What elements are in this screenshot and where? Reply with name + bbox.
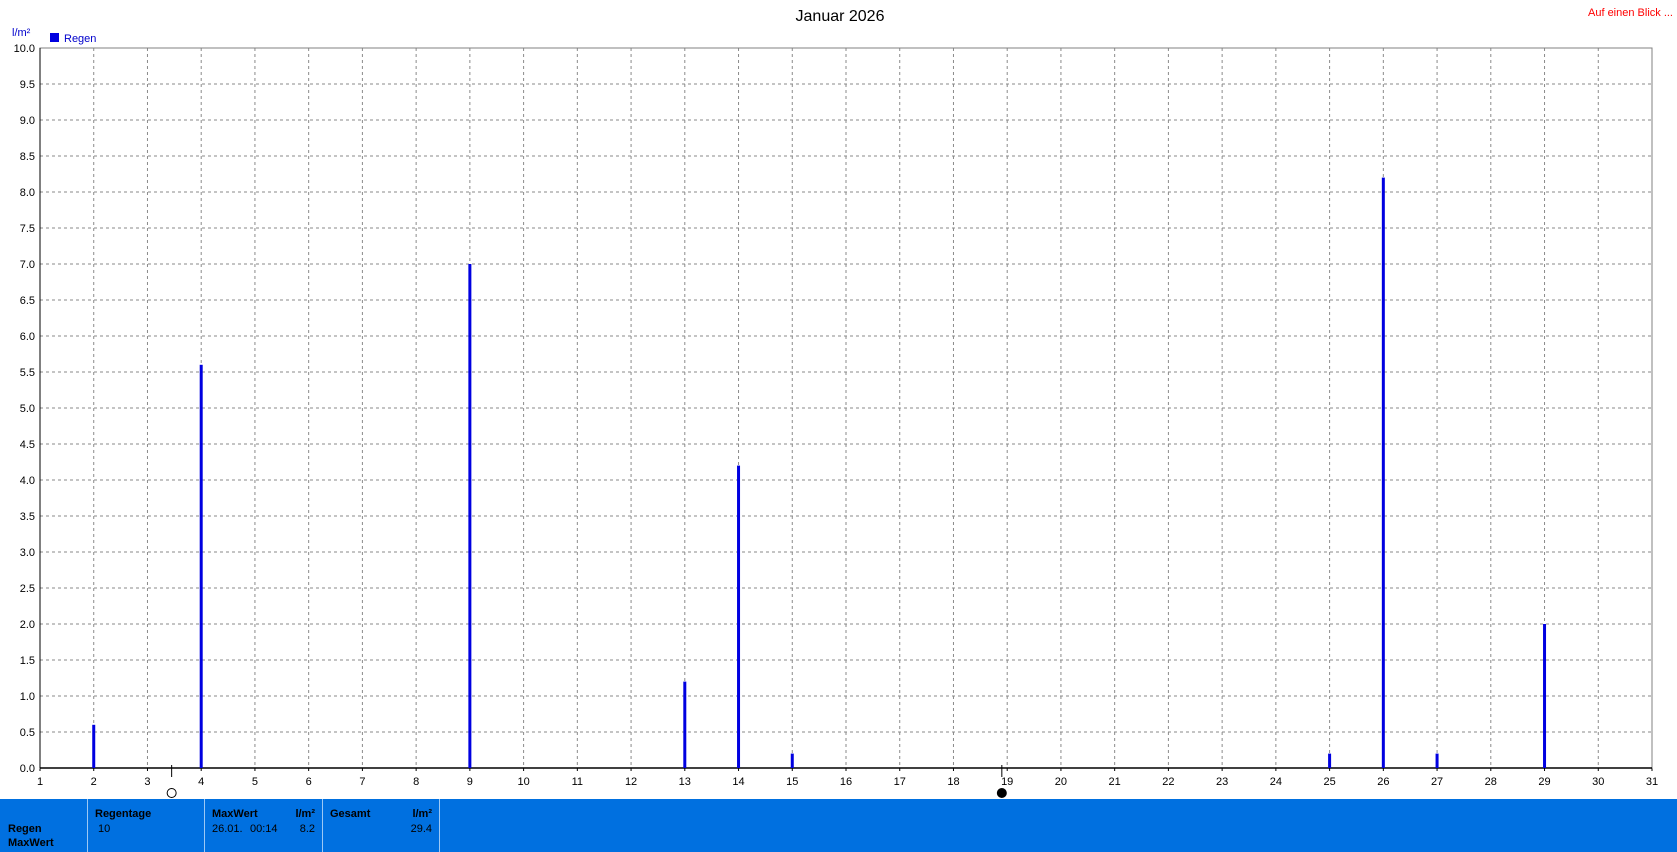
maxwert-unit: l/m² [295,808,315,820]
rain-bar [1543,624,1547,768]
rain-bar [1435,753,1439,768]
y-tick-label: 0.5 [20,727,35,739]
rain-bars [92,177,1547,769]
y-tick-label: 4.5 [20,439,35,451]
y-tick-label: 0.0 [20,763,35,775]
x-tick-label: 18 [947,776,959,788]
y-tick-label: 8.5 [20,151,35,163]
x-tick-label: 16 [840,776,852,788]
x-tick-label: 17 [894,776,906,788]
rain-bar [199,364,203,768]
maxwert-value: 8.2 [299,823,315,835]
statistics-panel: Regen MaxWert Regentage 10 MaxWert l/m² … [0,799,1677,852]
y-tick-label: 9.0 [20,115,35,127]
details-link[interactable]: Auf einen Blick ... [1588,7,1673,19]
y-tick-label: 9.5 [20,79,35,91]
maxwert-header: MaxWert [212,808,258,820]
stats-maxwert: MaxWert l/m² 26.01. 00:14 8.2 [205,799,323,852]
y-axis-unit: l/m² [12,27,31,39]
y-tick-label: 10.0 [14,43,35,55]
grid-lines [40,48,1652,768]
rain-bar [790,753,794,768]
x-tick-label: 23 [1216,776,1228,788]
x-tick-label: 12 [625,776,637,788]
legend-label: Regen [64,33,96,45]
x-tick-label: 15 [786,776,798,788]
stats-regentage: Regentage 10 [88,799,205,852]
new-moon-icon [996,788,1007,798]
rain-chart: Januar 2026 Auf einen Blick ... l/m² Reg… [12,7,1673,798]
y-tick-label: 4.0 [20,475,35,487]
y-tick-label: 6.5 [20,295,35,307]
x-tick-label: 3 [144,776,150,788]
stats-label-column [0,799,88,852]
chart-title: Januar 2026 [796,8,885,25]
y-tick-label: 2.5 [20,583,35,595]
rain-bar [683,681,687,768]
moon-phase-markers [166,765,1007,798]
x-tick-label: 29 [1538,776,1550,788]
rain-bar [468,264,472,768]
legend-swatch [50,33,59,42]
rain-bar [1381,177,1385,769]
x-tick-label: 20 [1055,776,1067,788]
x-tick-label: 7 [359,776,365,788]
x-tick-label: 25 [1323,776,1335,788]
x-tick-label: 5 [252,776,258,788]
x-tick-label: 27 [1431,776,1443,788]
y-tick-label: 8.0 [20,187,35,199]
y-tick-label: 5.0 [20,403,35,415]
x-tick-label: 9 [467,776,473,788]
gesamt-value: 29.4 [410,823,432,835]
x-tick-label: 2 [91,776,97,788]
y-tick-label: 3.5 [20,511,35,523]
x-tick-label: 24 [1270,776,1282,788]
y-tick-label: 6.0 [20,331,35,343]
gesamt-header: Gesamt [330,808,371,820]
maxwert-time: 00:14 [250,823,278,835]
y-tick-label: 2.0 [20,619,35,631]
rain-bar [92,724,96,768]
x-tick-label: 14 [732,776,744,788]
y-tick-label: 7.0 [20,259,35,271]
stats-gesamt: Gesamt l/m² 29.4 [323,799,440,852]
rain-bar [1328,753,1332,768]
y-tick-label: 7.5 [20,223,35,235]
tick-labels: 0.0 0.5 1.0 1.5 2.0 2.5 3.0 3.5 4.0 4.5 5.0 5.5 6.0 6… [14,43,1659,788]
x-tick-label: 31 [1646,776,1658,788]
y-tick-label: 3.0 [20,547,35,559]
y-tick-label: 5.5 [20,367,35,379]
x-tick-label: 19 [1001,776,1013,788]
full-moon-icon [166,788,177,798]
x-tick-label: 21 [1109,776,1121,788]
regentage-value: 10 [98,823,111,835]
x-tick-label: 4 [198,776,204,788]
x-tick-label: 6 [306,776,312,788]
gesamt-unit: l/m² [412,808,432,820]
x-tick-label: 11 [572,776,583,788]
x-tick-label: 13 [679,776,691,788]
x-tick-label: 30 [1592,776,1604,788]
x-tick-label: 28 [1485,776,1497,788]
maxwert-date: 26.01. [212,823,243,835]
rain-bar [737,465,741,768]
y-tick-label: 1.5 [20,655,35,667]
x-tick-label: 8 [413,776,419,788]
x-tick-label: 26 [1377,776,1389,788]
y-tick-label: 1.0 [20,691,35,703]
regentage-header: Regentage [95,808,152,820]
x-tick-label: 1 [37,776,43,788]
x-tick-label: 22 [1162,776,1174,788]
x-tick-label: 10 [517,776,529,788]
